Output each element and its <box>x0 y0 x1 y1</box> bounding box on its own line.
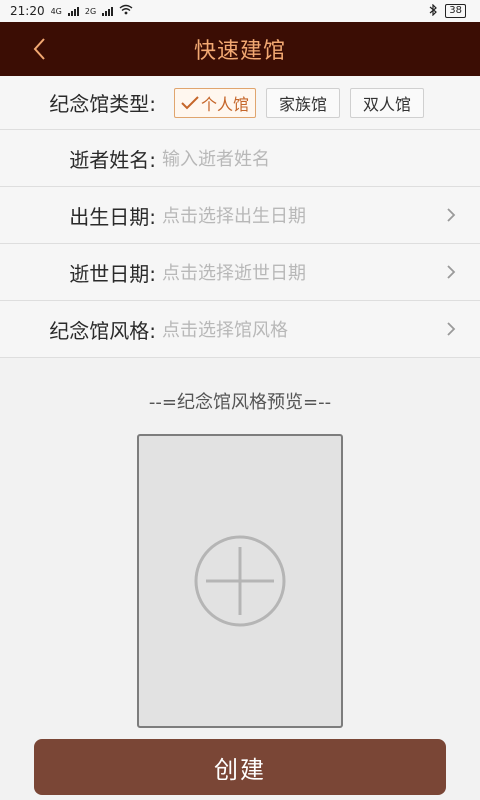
style-preview-box[interactable] <box>137 434 343 728</box>
page-title: 快速建馆 <box>193 39 286 64</box>
death-date-picker[interactable]: 点击选择逝世日期 <box>162 259 306 285</box>
type-option-label: 家族馆 <box>279 94 328 114</box>
create-button[interactable]: 创建 <box>34 739 446 795</box>
back-button[interactable] <box>24 32 54 66</box>
network-type-left: 4G <box>50 6 62 16</box>
chevron-right-icon <box>447 322 456 336</box>
nav-bar: 快速建馆 <box>0 22 480 76</box>
battery-indicator: 38 <box>445 4 466 18</box>
birth-date-row[interactable]: 出生日期: 点击选择出生日期 <box>0 187 480 244</box>
status-right: 38 <box>429 3 466 19</box>
type-option-family[interactable]: 家族馆 <box>266 87 341 118</box>
type-row: 纪念馆类型: 个人馆 家族馆 双人馆 <box>0 76 480 130</box>
chevron-right-icon <box>447 208 456 222</box>
type-option-label: 个人馆 <box>201 94 250 114</box>
death-date-row[interactable]: 逝世日期: 点击选择逝世日期 <box>0 244 480 301</box>
type-label: 纪念馆类型: <box>49 92 156 116</box>
name-row[interactable]: 逝者姓名: 输入逝者姓名 <box>0 130 480 187</box>
signal-icon <box>67 6 79 16</box>
add-circle-icon <box>194 535 286 627</box>
status-left: 21:20 4G 2G <box>10 4 133 18</box>
birth-date-picker[interactable]: 点击选择出生日期 <box>162 202 306 228</box>
birth-date-label: 出生日期: <box>69 204 156 229</box>
network-type-right: 2G <box>84 6 97 16</box>
name-label: 逝者姓名: <box>69 147 156 172</box>
type-option-personal[interactable]: 个人馆 <box>174 87 257 118</box>
type-option-label: 双人馆 <box>363 94 412 114</box>
death-date-label: 逝世日期: <box>69 261 156 286</box>
style-picker[interactable]: 点击选择馆风格 <box>162 316 288 342</box>
chevron-right-icon <box>447 265 456 279</box>
bluetooth-icon <box>429 3 438 19</box>
style-row[interactable]: 纪念馆风格: 点击选择馆风格 <box>0 301 480 358</box>
wifi-icon <box>119 4 133 18</box>
chevron-left-icon <box>33 38 45 60</box>
signal-icon-2 <box>102 6 114 16</box>
name-input[interactable]: 输入逝者姓名 <box>162 145 270 171</box>
style-label: 纪念馆风格: <box>49 318 156 343</box>
check-icon <box>181 95 199 109</box>
status-bar: 21:20 4G 2G 38 <box>0 0 480 22</box>
preview-title: --=纪念馆风格预览=-- <box>148 392 332 413</box>
type-options: 个人馆 家族馆 双人馆 <box>174 87 425 118</box>
status-time: 21:20 <box>10 4 45 18</box>
memorial-form: 纪念馆类型: 个人馆 家族馆 双人馆 逝者姓名: 输入逝者姓名 出生日期: 点击… <box>0 76 480 358</box>
type-option-couple[interactable]: 双人馆 <box>350 87 425 118</box>
